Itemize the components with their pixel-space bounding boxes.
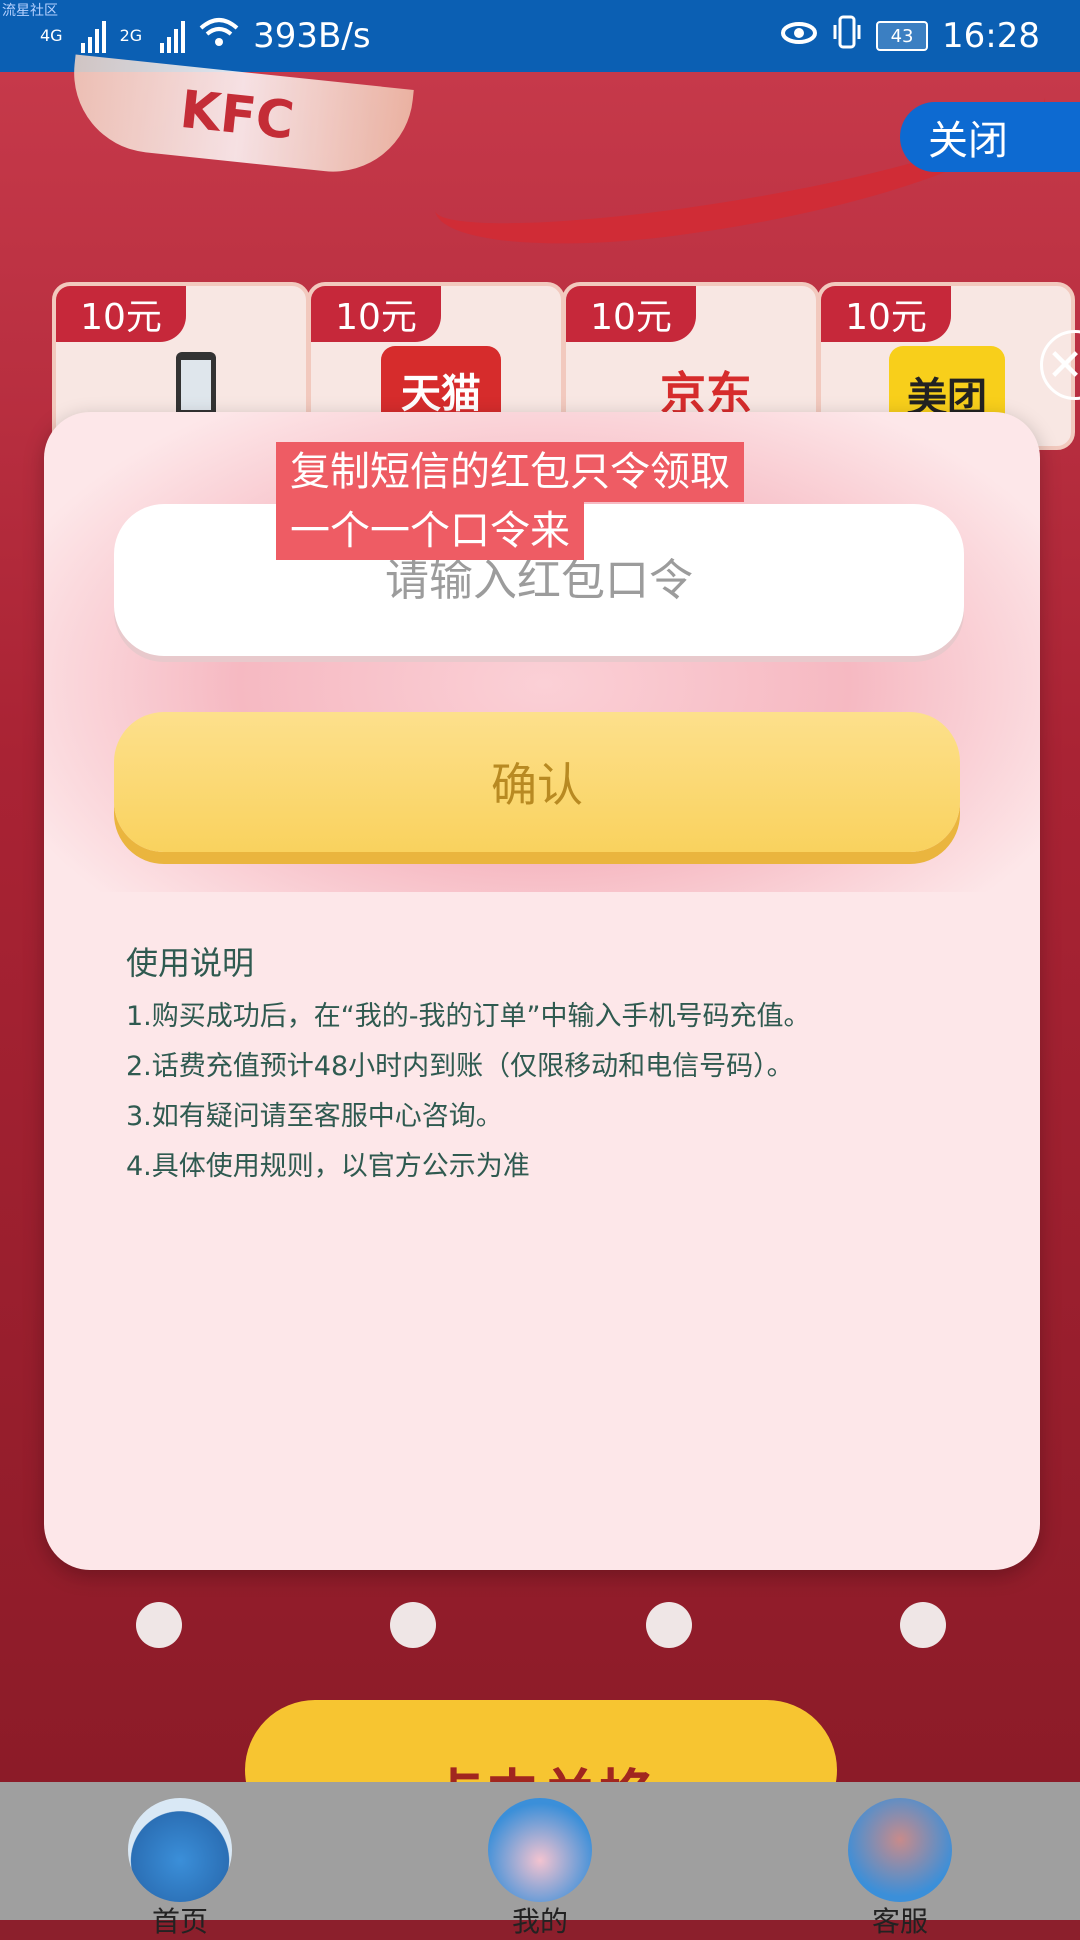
nav-item-mine[interactable]: 我的 [440, 1782, 640, 1938]
close-button[interactable]: 关闭 [900, 102, 1080, 172]
instruction-item: 4.具体使用规则，以官方公示为准 [126, 1151, 530, 1182]
signal-icon [160, 19, 186, 53]
instructions-title: 使用说明 [126, 944, 255, 982]
nav-label: 我的 [511, 1905, 568, 1938]
home-icon [128, 1798, 232, 1902]
pager-dot[interactable] [390, 1602, 436, 1648]
nav-label: 客服 [871, 1905, 928, 1938]
battery-icon: 43 [876, 21, 929, 51]
redeem-modal: 确认 使用说明 1.购买成功后，在“我的-我的订单”中输入手机号码充值。 2.话… [44, 412, 1040, 1570]
network-type-1: 4G [40, 25, 63, 45]
signal-icon [80, 19, 106, 53]
instruction-item: 2.话费充值预计48小时内到账（仅限移动和电信号码）。 [126, 1051, 794, 1082]
annotation-text-line2: 一个一个口令来 [276, 502, 584, 560]
vibrate-icon [832, 15, 862, 58]
nav-item-service[interactable]: 客服 [800, 1782, 1000, 1938]
coupon-amount: 10元 [56, 286, 186, 342]
network-type-2: 2G [119, 25, 143, 45]
pager-dot[interactable] [136, 1602, 182, 1648]
coupon-amount: 10元 [311, 286, 441, 342]
nav-label: 首页 [151, 1905, 208, 1938]
bottom-navigation: 首页 我的 客服 [0, 1782, 1080, 1938]
instruction-item: 3.如有疑问请至客服中心咨询。 [126, 1101, 503, 1132]
profile-icon [488, 1798, 592, 1902]
pager-dot[interactable] [646, 1602, 692, 1648]
nav-item-home[interactable]: 首页 [80, 1782, 280, 1938]
eye-icon [780, 16, 818, 56]
close-icon[interactable]: ✕ [1040, 330, 1080, 400]
coupon-amount: 10元 [821, 286, 951, 342]
instructions-list: 1.购买成功后，在“我的-我的订单”中输入手机号码充值。 2.话费充值预计48小… [126, 992, 810, 1192]
confirm-button[interactable]: 确认 [114, 712, 960, 852]
coupon-amount: 10元 [566, 286, 696, 342]
watermark: 流星社区 [2, 3, 58, 19]
pager-dot[interactable] [900, 1602, 946, 1648]
annotation-text-line1: 复制短信的红包只令领取 [276, 442, 744, 502]
wifi-icon [199, 16, 239, 57]
customer-service-icon [848, 1798, 952, 1902]
network-speed: 393B/s [253, 16, 371, 56]
instruction-item: 1.购买成功后，在“我的-我的订单”中输入手机号码充值。 [126, 1001, 811, 1032]
